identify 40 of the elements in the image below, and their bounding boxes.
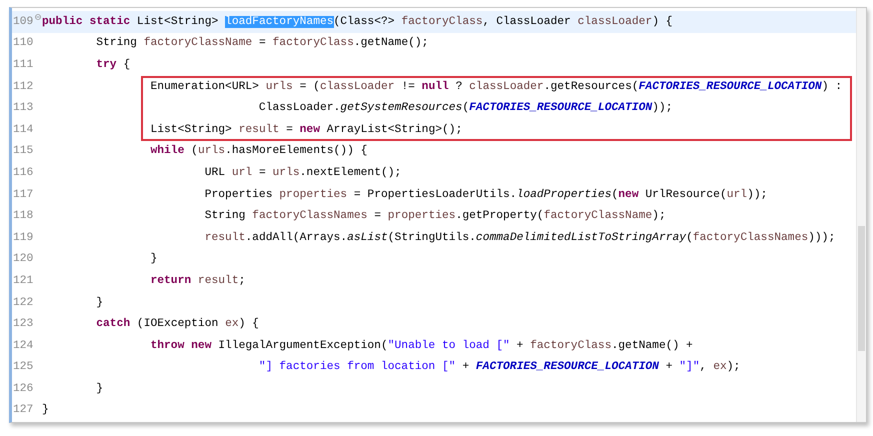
- code-text: catch (IOException ex) {: [95, 316, 260, 332]
- line-number: 115: [12, 145, 34, 158]
- code-text: Enumeration<URL> urls = (classLoader != null ? classLoader.getResources(FACTORIES_RESOURCE_LOCATION) :: [149, 80, 844, 95]
- line-number: 110: [12, 37, 34, 50]
- scrollbar-thumb[interactable]: [858, 226, 865, 351]
- code-text: }: [149, 252, 158, 268]
- line-number: 125: [12, 361, 34, 374]
- code-text: "] factories from location [" + FACTORIES_RESOURCE_LOCATION + "]", ex);: [258, 360, 742, 376]
- line-number: 117: [12, 188, 34, 201]
- line-number: 123: [12, 318, 34, 330]
- code-text: Properties properties = PropertiesLoaderUtils.loadProperties(new UrlResource(url));: [204, 188, 768, 203]
- code-text: String factoryClassNames = properties.getProperty(factoryClassName);: [204, 208, 667, 224]
- line-number: 118: [12, 210, 34, 222]
- code-text: try {: [95, 58, 132, 73]
- scrollbar[interactable]: [856, 8, 866, 422]
- code-text: return result;: [149, 274, 246, 289]
- line-number: 111: [12, 58, 34, 71]
- code-text: }: [95, 382, 104, 397]
- line-number: 120: [12, 253, 34, 266]
- code-text: result.addAll(Arrays.asList(StringUtils.commaDelimitedListToStringArray(factoryClassNames)));: [204, 230, 836, 246]
- fold-icon[interactable]: [35, 14, 41, 20]
- line-number: 119: [12, 232, 34, 244]
- line-number: 114: [12, 124, 34, 136]
- code-text: throw new IllegalArgumentException("Unable to load [" + factoryClass.getName() +: [149, 338, 694, 354]
- code-text: URL url = urls.nextElement();: [204, 166, 402, 181]
- code-text: List<String> result = new ArrayList<String>();: [149, 122, 464, 138]
- line-number: 126: [12, 382, 34, 395]
- line-number: 109: [12, 16, 34, 28]
- line-number: 116: [12, 166, 34, 179]
- line-number: 124: [12, 340, 34, 352]
- line-number: 112: [12, 80, 34, 93]
- line-number: 122: [12, 296, 34, 309]
- code-text: }: [41, 402, 50, 418]
- code-text: String factoryClassName = factoryClass.getName();: [95, 36, 430, 52]
- line-number: 121: [12, 274, 34, 287]
- line-number: 127: [12, 404, 34, 416]
- code-text: while (urls.hasMoreElements()) {: [149, 144, 368, 160]
- code-text: ClassLoader.getSystemResources(FACTORIES_RESOURCE_LOCATION));: [258, 100, 674, 116]
- code-text: }: [95, 296, 104, 311]
- line-number: 113: [12, 102, 34, 114]
